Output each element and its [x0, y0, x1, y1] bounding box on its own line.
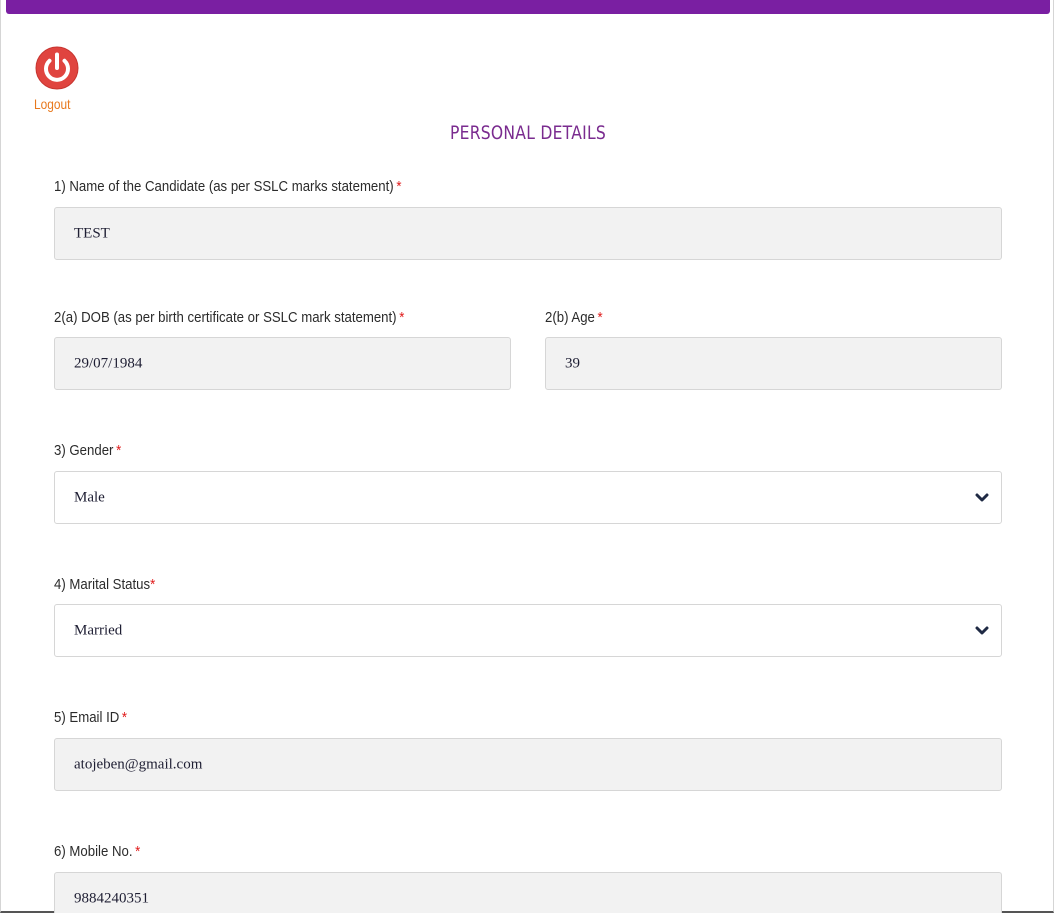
age-value: 39	[565, 355, 580, 371]
mobile-field-label: 6) Mobile No. *	[54, 843, 140, 861]
required-mark: *	[399, 309, 405, 326]
name-value: TEST	[74, 225, 110, 241]
age-label-text: 2(b) Age	[545, 309, 595, 326]
required-mark: *	[135, 843, 141, 860]
dob-value: 29/07/1984	[74, 355, 143, 371]
marital-status-label-text: 4) Marital Status	[54, 576, 151, 593]
age-field-label: 2(b) Age *	[545, 309, 603, 327]
marital-status-field-label: 4) Marital Status*	[54, 576, 155, 594]
email-value: atojeben@gmail.com	[74, 756, 203, 772]
age-input[interactable]: 39	[545, 337, 1002, 390]
required-mark: *	[396, 178, 402, 195]
chevron-down-icon[interactable]	[975, 493, 989, 503]
page-title: PERSONAL DETAILS	[449, 122, 607, 144]
accent-top-bar	[6, 0, 1050, 14]
required-mark: *	[597, 309, 603, 326]
mobile-value: 9884240351	[74, 890, 149, 907]
required-mark: *	[150, 576, 156, 593]
name-label-text: 1) Name of the Candidate (as per SSLC ma…	[54, 178, 394, 195]
gender-field-label: 3) Gender *	[54, 442, 121, 460]
logout-button[interactable]: Logout	[34, 46, 86, 112]
gender-label-text: 3) Gender	[54, 442, 114, 459]
marital-status-select[interactable]: Married	[54, 604, 1002, 657]
marital-status-selected-value: Married	[74, 622, 123, 638]
power-icon[interactable]	[35, 46, 79, 90]
email-input[interactable]: atojeben@gmail.com	[54, 738, 1002, 791]
required-mark: *	[116, 442, 122, 459]
mobile-input[interactable]: 9884240351	[54, 872, 1002, 913]
required-mark: *	[121, 709, 128, 726]
logout-label[interactable]: Logout	[34, 96, 78, 112]
chevron-down-icon[interactable]	[975, 626, 989, 636]
email-label-text: 5) Email ID	[54, 709, 120, 726]
gender-select[interactable]: Male	[54, 471, 1002, 524]
dob-input[interactable]: 29/07/1984	[54, 337, 511, 390]
name-input[interactable]: TEST	[54, 207, 1002, 260]
dob-label-text: 2(a) DOB (as per birth certificate or SS…	[54, 309, 397, 326]
gender-selected-value: Male	[74, 489, 105, 505]
name-field-label: 1) Name of the Candidate (as per SSLC ma…	[54, 178, 401, 196]
email-field-label: 5) Email ID *	[54, 709, 127, 727]
mobile-label-text: 6) Mobile No.	[54, 843, 133, 860]
dob-field-label: 2(a) DOB (as per birth certificate or SS…	[54, 309, 404, 327]
